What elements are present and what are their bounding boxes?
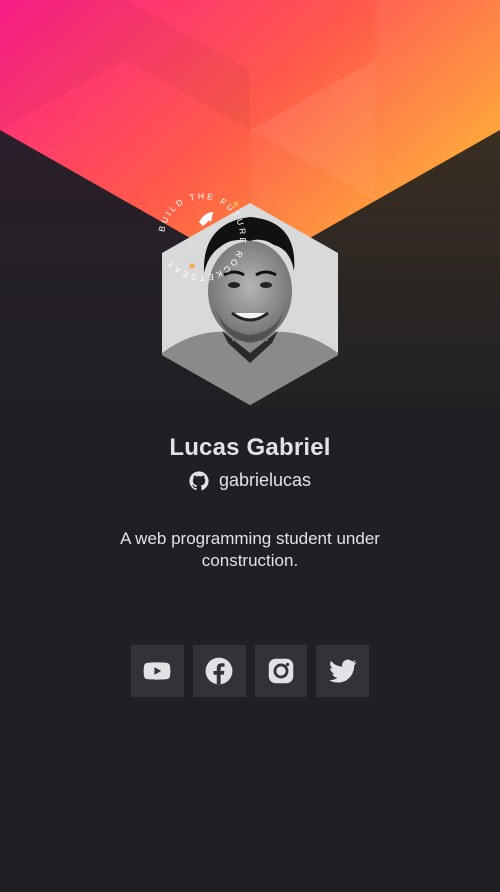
github-link[interactable]: gabrielucas — [0, 470, 500, 491]
github-handle: gabrielucas — [218, 470, 312, 490]
instagram-icon — [267, 657, 295, 685]
rocketseat-badge: BUILD THE FUTURE ROCKETSEAT — [156, 191, 245, 283]
facebook-icon — [205, 657, 233, 685]
twitter-button[interactable] — [316, 645, 369, 697]
twitter-icon — [328, 657, 357, 685]
profile-name: Lucas Gabriel — [169, 434, 331, 461]
instagram-button[interactable] — [254, 645, 308, 697]
facebook-button[interactable] — [192, 645, 246, 697]
social-links — [131, 645, 369, 697]
profile-avatar-container: BUILD THE FUTURE ROCKETSEAT — [147, 182, 353, 412]
youtube-icon — [143, 657, 171, 685]
youtube-button[interactable] — [131, 645, 184, 697]
profile-bio: A web programming student under construc… — [120, 529, 380, 570]
github-icon — [189, 470, 209, 491]
